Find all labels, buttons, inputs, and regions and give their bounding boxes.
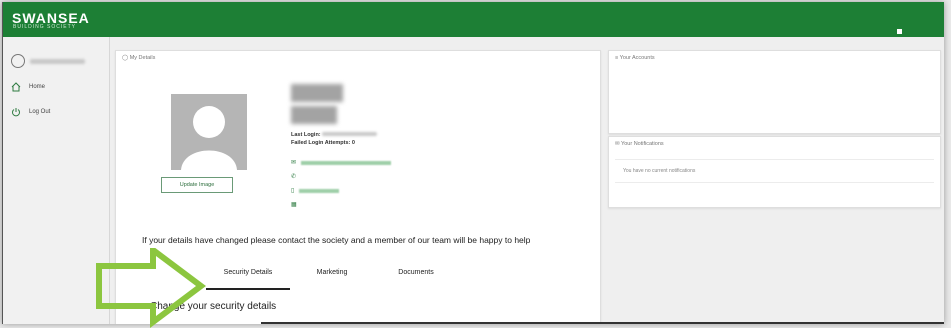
building-icon: ▦ xyxy=(291,202,297,208)
details-change-notice: If your details have changed please cont… xyxy=(142,235,531,245)
customer-name-redacted: . . xyxy=(291,84,343,128)
notifications-icon: ✉ xyxy=(615,141,620,147)
profile-tabs: Security Details Marketing Documents xyxy=(206,269,458,290)
top-bar: SWANSEA BUILDING SOCIETY xyxy=(3,2,944,37)
failed-login-row: Failed Login Attempts: 0 xyxy=(291,139,377,147)
name-line-last: . xyxy=(291,106,337,124)
brand-subtitle: BUILDING SOCIETY xyxy=(13,24,76,30)
mobile-contact: ▯ xyxy=(291,187,340,194)
last-login-label: Last Login: xyxy=(291,132,321,138)
user-name-redacted xyxy=(30,58,85,64)
name-line-first: . xyxy=(291,84,343,102)
accounts-card-title: ≡ Your Accounts xyxy=(615,55,655,61)
home-icon xyxy=(11,82,21,92)
accounts-icon: ≡ xyxy=(615,55,619,61)
power-icon xyxy=(12,108,20,117)
user-avatar-icon xyxy=(11,54,25,68)
sidebar-item-label: Log Out xyxy=(29,109,51,115)
email-contact: ✉ xyxy=(291,159,392,166)
login-info: Last Login: Failed Login Attempts: 0 xyxy=(291,131,378,147)
notifications-card-title: ✉ Your Notifications xyxy=(615,141,664,147)
address-contact: ▦ xyxy=(291,201,297,208)
phone-contact: ✆ xyxy=(291,173,296,180)
mobile-redacted xyxy=(299,188,340,193)
person-icon: ◯ xyxy=(122,55,129,61)
annotation-arrow-icon xyxy=(96,248,206,328)
profile-avatar xyxy=(171,94,247,170)
mobile-icon: ▯ xyxy=(291,188,295,194)
tab-marketing[interactable]: Marketing xyxy=(290,269,374,290)
sidebar-user[interactable] xyxy=(11,54,85,68)
notifications-card-title-text: Your Notifications xyxy=(621,141,664,147)
profile-card-title-text: My Details xyxy=(129,55,156,61)
update-image-button[interactable]: Update Image xyxy=(161,177,233,193)
accounts-card-title-text: Your Accounts xyxy=(619,55,655,61)
failed-login-label: Failed Login Attempts: 0 xyxy=(291,140,355,146)
last-login-row: Last Login: xyxy=(291,131,378,139)
avatar-placeholder-icon xyxy=(181,106,237,170)
sidebar-item-logout[interactable]: Log Out xyxy=(11,107,50,117)
sidebar: Home Log Out xyxy=(3,37,110,324)
accounts-card: ≡ Your Accounts xyxy=(608,50,941,134)
notifications-card: ✉ Your Notifications You have no current… xyxy=(608,136,941,208)
phone-icon: ✆ xyxy=(291,174,297,180)
mouse-cursor-icon xyxy=(897,29,902,34)
last-login-value-redacted xyxy=(322,132,378,136)
notifications-empty-message: You have no current notifications xyxy=(615,159,934,183)
profile-card-title: ◯ My Details xyxy=(122,55,155,61)
email-icon: ✉ xyxy=(291,160,297,166)
tab-documents[interactable]: Documents xyxy=(374,269,458,290)
email-redacted xyxy=(301,160,392,165)
sidebar-item-home[interactable]: Home xyxy=(11,82,45,92)
sidebar-item-label: Home xyxy=(29,84,46,90)
